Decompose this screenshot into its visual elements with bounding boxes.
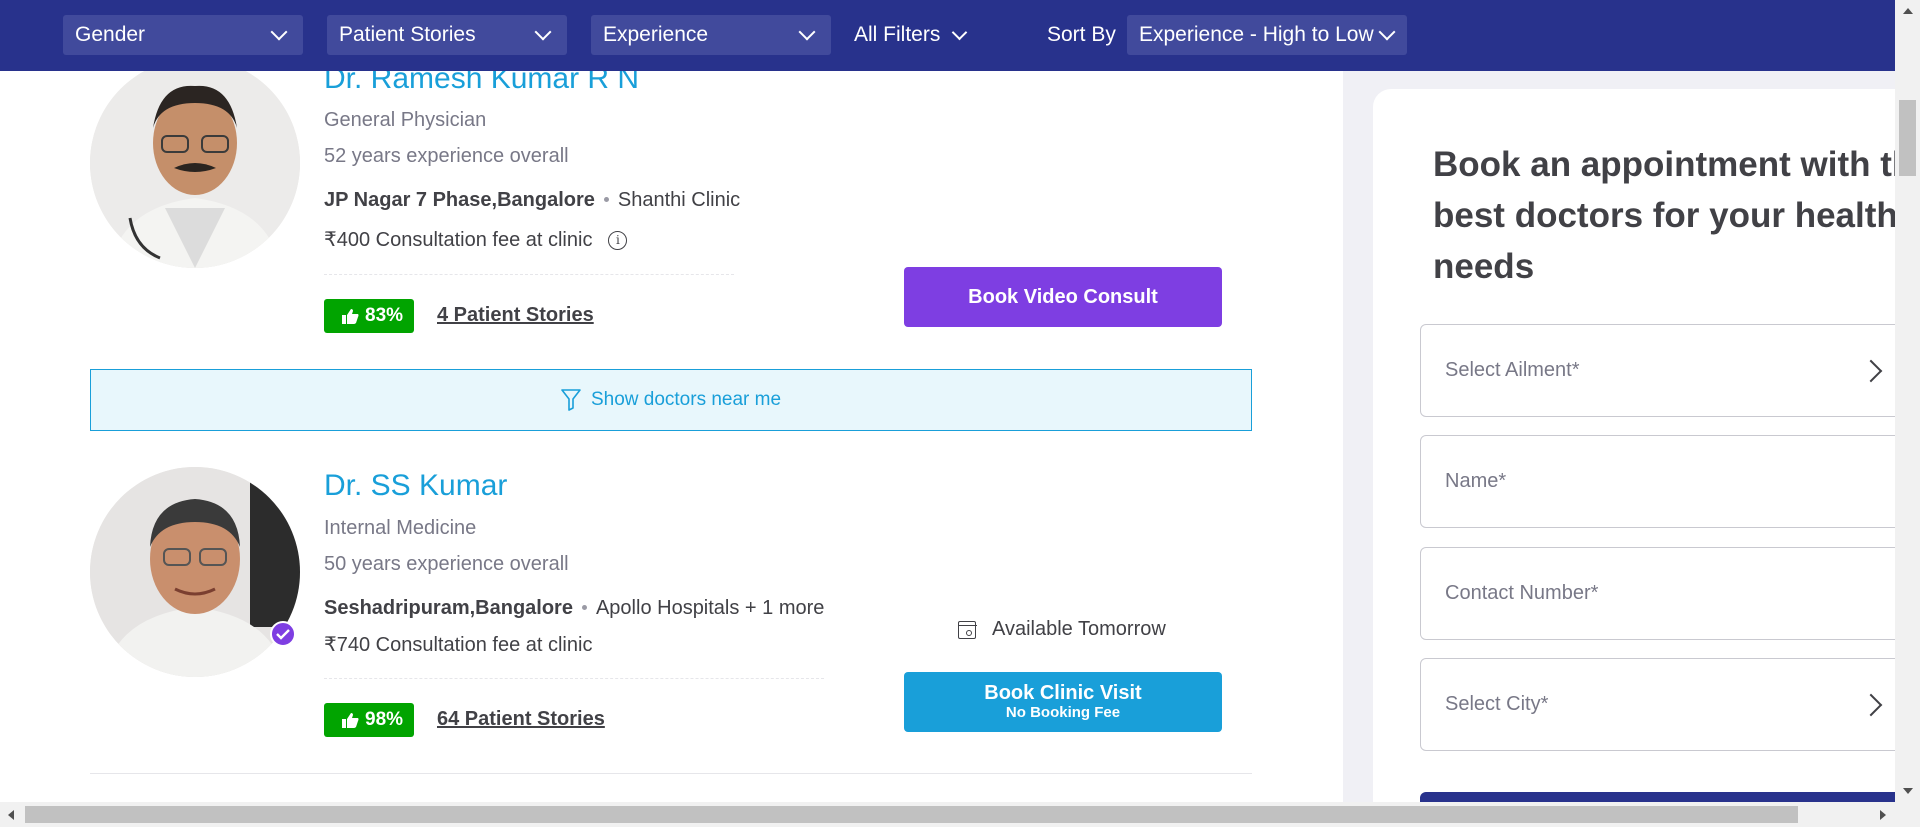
horizontal-scrollbar[interactable] xyxy=(0,802,1920,827)
thumbs-up-icon xyxy=(342,308,359,324)
appointment-title-line: needs xyxy=(1433,247,1535,286)
info-icon[interactable]: i xyxy=(608,231,628,251)
divider xyxy=(324,274,734,275)
name-placeholder: Name* xyxy=(1445,470,1507,492)
doctor-location: Seshadripuram,Bangalore Apollo Hospitals … xyxy=(324,597,824,620)
calendar-icon xyxy=(957,620,977,639)
all-filters-label: All Filters xyxy=(854,23,941,46)
availability-text: Available Tomorrow xyxy=(992,618,1166,640)
doctor-specialty: General Physician xyxy=(324,109,487,131)
horizontal-scroll-thumb[interactable] xyxy=(25,806,1798,823)
availability-info: Available Tomorrow xyxy=(957,618,1166,641)
chevron-down-icon xyxy=(270,23,288,41)
doctor-fee: ₹400 Consultation fee at clinic i xyxy=(324,227,628,252)
appointment-panel: Book an appointment with th best doctors… xyxy=(1343,71,1895,802)
scroll-right-arrow-icon[interactable] xyxy=(1880,810,1886,820)
name-field[interactable]: Name* xyxy=(1420,435,1895,528)
doctor-specialty: Internal Medicine xyxy=(324,517,477,539)
vertical-scroll-thumb[interactable] xyxy=(1899,100,1916,176)
doctor-photo[interactable] xyxy=(90,71,300,268)
gender-filter-label: Gender xyxy=(75,23,146,46)
thumbs-up-icon xyxy=(342,712,359,728)
gender-filter-dropdown[interactable]: Gender xyxy=(63,15,303,55)
show-doctors-near-me-button[interactable]: Show doctors near me xyxy=(90,369,1252,431)
doctor-fee-text: ₹400 Consultation fee at clinic xyxy=(324,229,593,251)
appointment-title-line: Book an appointment with th xyxy=(1433,145,1895,184)
chevron-down-icon xyxy=(798,23,816,41)
scroll-up-arrow-icon[interactable] xyxy=(1903,8,1913,14)
sort-by-label: Sort By xyxy=(1047,23,1116,46)
doctor-locality: JP Nagar 7 Phase,Bangalore xyxy=(324,189,595,211)
sort-by-dropdown[interactable]: Experience - High to Low xyxy=(1127,15,1407,55)
patient-stories-link[interactable]: 4 Patient Stories xyxy=(437,304,594,327)
experience-filter-dropdown[interactable]: Experience xyxy=(591,15,831,55)
recommendation-percent: 98% xyxy=(365,709,404,730)
filter-bar: Gender Patient Stories Experience All Fi… xyxy=(0,0,1895,71)
chevron-right-icon xyxy=(1859,693,1883,717)
select-ailment-placeholder: Select Ailment* xyxy=(1445,359,1580,381)
doctor-experience: 50 years experience overall xyxy=(324,553,569,575)
appointment-card: Book an appointment with th best doctors… xyxy=(1373,89,1895,802)
doctor-name-link[interactable]: Dr. Ramesh Kumar R N xyxy=(324,71,639,96)
patient-stories-filter-dropdown[interactable]: Patient Stories xyxy=(327,15,567,55)
doctor-locality: Seshadripuram,Bangalore xyxy=(324,597,573,619)
no-booking-fee-label: No Booking Fee xyxy=(1005,704,1121,721)
submit-appointment-button[interactable] xyxy=(1420,792,1895,802)
patient-stories-link[interactable]: 64 Patient Stories xyxy=(437,708,605,731)
separator-dot xyxy=(581,605,587,610)
book-clinic-visit-label: Book Clinic Visit xyxy=(984,682,1142,704)
scroll-left-arrow-icon[interactable] xyxy=(8,810,14,820)
appointment-title: Book an appointment with th best doctors… xyxy=(1433,139,1895,292)
doctor-photo[interactable] xyxy=(90,467,300,677)
doctor-location: JP Nagar 7 Phase,Bangalore Shanthi Clinic xyxy=(324,189,740,212)
scroll-down-arrow-icon[interactable] xyxy=(1903,788,1913,794)
doctor-experience: 52 years experience overall xyxy=(324,145,569,167)
vertical-scrollbar[interactable] xyxy=(1895,0,1920,802)
recommendation-badge: 98% xyxy=(324,703,415,737)
recommendation-percent: 83% xyxy=(365,305,404,326)
doctor-fee: ₹740 Consultation fee at clinic xyxy=(324,634,593,656)
recommendation-badge: 83% xyxy=(324,299,415,333)
chevron-down-icon xyxy=(534,23,552,41)
chevron-right-icon xyxy=(1859,359,1883,383)
book-video-consult-button[interactable]: Book Video Consult xyxy=(904,267,1222,327)
sort-by-value: Experience - High to Low xyxy=(1139,23,1374,46)
appointment-title-line: best doctors for your health xyxy=(1433,196,1895,235)
contact-number-field[interactable]: Contact Number* xyxy=(1420,547,1895,640)
filter-funnel-icon xyxy=(561,389,581,411)
doctor-clinic: Shanthi Clinic xyxy=(617,189,741,211)
book-clinic-visit-button[interactable]: Book Clinic Visit No Booking Fee xyxy=(904,672,1222,732)
select-city-placeholder: Select City* xyxy=(1445,693,1549,715)
divider xyxy=(324,678,824,679)
select-ailment-field[interactable]: Select Ailment* xyxy=(1420,324,1895,417)
divider xyxy=(90,773,1252,774)
separator-dot xyxy=(603,197,609,202)
verified-badge-icon xyxy=(270,621,296,647)
chevron-down-icon xyxy=(952,24,968,40)
doctor-clinic[interactable]: Apollo Hospitals + 1 more xyxy=(596,597,824,619)
show-doctors-near-me-label: Show doctors near me xyxy=(590,389,782,410)
contact-number-placeholder: Contact Number* xyxy=(1445,582,1599,604)
patient-stories-filter-label: Patient Stories xyxy=(339,23,476,46)
chevron-down-icon xyxy=(1378,23,1396,41)
experience-filter-label: Experience xyxy=(603,23,709,46)
doctor-results-list: Dr. Ramesh Kumar R N General Physician 5… xyxy=(0,71,1343,802)
all-filters-button[interactable]: All Filters xyxy=(854,15,968,55)
select-city-field[interactable]: Select City* xyxy=(1420,658,1895,751)
doctor-name-link[interactable]: Dr. SS Kumar xyxy=(324,469,507,503)
